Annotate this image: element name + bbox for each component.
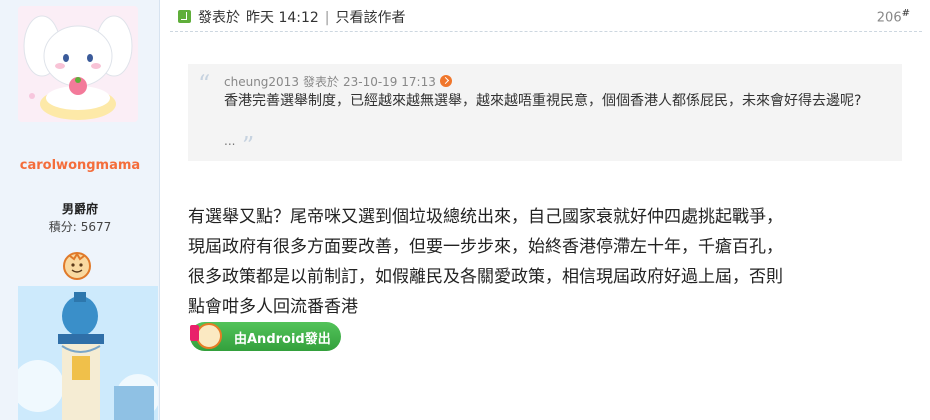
floor-number: 206: [876, 10, 902, 26]
post-body: 有選舉又點？尾帝咪又選到個垃圾總统出來，自己國家衰就好仲四處挑起戰爭， 現屆政府…: [188, 202, 908, 322]
app-badge-label: 由Android發出: [234, 332, 331, 347]
author-only-link[interactable]: 只看該作者: [336, 10, 406, 26]
quote-block: “ cheung2013 發表於 23-10-19 17:13 香港完善選舉制度，已…: [188, 64, 902, 161]
points-value: 5677: [80, 220, 112, 234]
quote-text: 香港完善選舉制度，已經越來越無選舉，越來越唔重視民意，個個香港人都係屁民，未來會…: [224, 93, 862, 109]
post-body-line: 很多政策都是以前制訂，如假離民及各關愛政策，相信現屆政府好過上屆，否則: [188, 267, 783, 287]
post-header: 發表於 昨天 14:12 | 只看該作者 206#: [170, 0, 922, 32]
user-banner-image: [18, 286, 158, 420]
user-avatar[interactable]: [18, 6, 138, 122]
quote-posted-label: 發表於: [302, 75, 339, 89]
quote-author: cheung2013: [224, 75, 299, 89]
post-meta: 發表於 昨天 14:12 | 只看該作者: [198, 7, 406, 27]
mascot-icon: [196, 323, 222, 349]
post-body-line: 現屆政府有很多方面要改善，但要一步步來，始終香港停滯左十年，千瘡百孔，: [188, 237, 783, 257]
quote-date: 23-10-19 17:13: [342, 75, 436, 89]
open-quote-icon: “: [198, 70, 211, 98]
jump-to-post-icon[interactable]: [439, 75, 452, 87]
post-time: 昨天 14:12: [246, 10, 319, 26]
medal-icon[interactable]: [62, 250, 92, 280]
cinnamoroll-avatar-image: [18, 6, 138, 122]
phone-icon: [190, 325, 199, 341]
user-points: 積分: 5677: [0, 218, 160, 235]
close-quote-icon: ”: [242, 132, 255, 160]
user-rank: 男爵府: [61, 202, 98, 216]
user-sidebar: carolwongmama 男爵府 積分: 5677: [0, 0, 160, 420]
quote-ellipsis: ...: [224, 134, 236, 148]
header-divider: [170, 31, 922, 32]
post-body-line: 有選舉又點？尾帝咪又選到個垃圾總统出來，自己國家衰就好仲四處挑起戰爭，: [188, 207, 783, 227]
floor-suffix: #: [901, 8, 910, 19]
points-label: 積分:: [48, 220, 77, 234]
quote-attribution: cheung2013 發表於 23-10-19 17:13: [224, 73, 452, 90]
online-status-icon: [178, 10, 191, 23]
android-app-badge[interactable]: 由Android發出: [190, 322, 341, 351]
posted-label: 發表於: [198, 10, 240, 26]
floor-number-link[interactable]: 206#: [877, 8, 910, 25]
username-link[interactable]: carolwongmama: [0, 158, 160, 173]
post-body-line: 點會咁多人回流番香港: [188, 297, 358, 317]
meta-separator: |: [324, 10, 330, 26]
